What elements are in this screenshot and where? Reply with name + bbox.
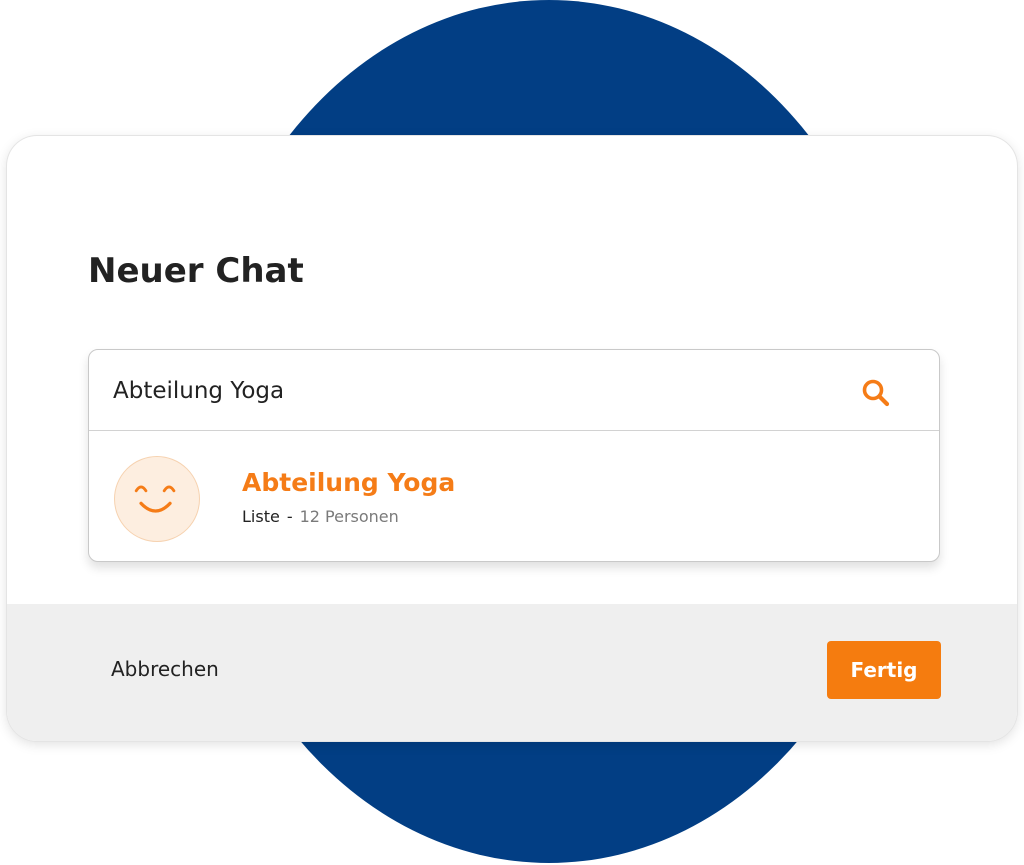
dialog-footer: Abbrechen Fertig bbox=[7, 604, 1017, 741]
search-result-item[interactable]: Abteilung Yoga Liste -12 Personen bbox=[89, 431, 939, 561]
search-input[interactable] bbox=[113, 369, 813, 413]
result-meta: Liste -12 Personen bbox=[242, 507, 399, 527]
result-type: Liste bbox=[242, 507, 280, 526]
search-box: Abteilung Yoga Liste-12 Personen bbox=[88, 349, 940, 562]
done-button[interactable]: Fertig bbox=[827, 641, 941, 699]
cancel-button[interactable]: Abbrechen bbox=[111, 654, 219, 684]
result-member-count: 12 Personen bbox=[299, 507, 399, 526]
result-title: Abteilung Yoga bbox=[242, 468, 456, 497]
search-row bbox=[89, 350, 939, 431]
avatar bbox=[114, 456, 200, 542]
result-separator: - bbox=[286, 507, 293, 526]
dialog-title: Neuer Chat bbox=[88, 251, 304, 291]
new-chat-dialog: Neuer Chat Abteilung Yoga Liste-12 Perso… bbox=[7, 136, 1017, 741]
search-icon[interactable] bbox=[861, 378, 891, 408]
smiley-icon bbox=[134, 485, 176, 513]
